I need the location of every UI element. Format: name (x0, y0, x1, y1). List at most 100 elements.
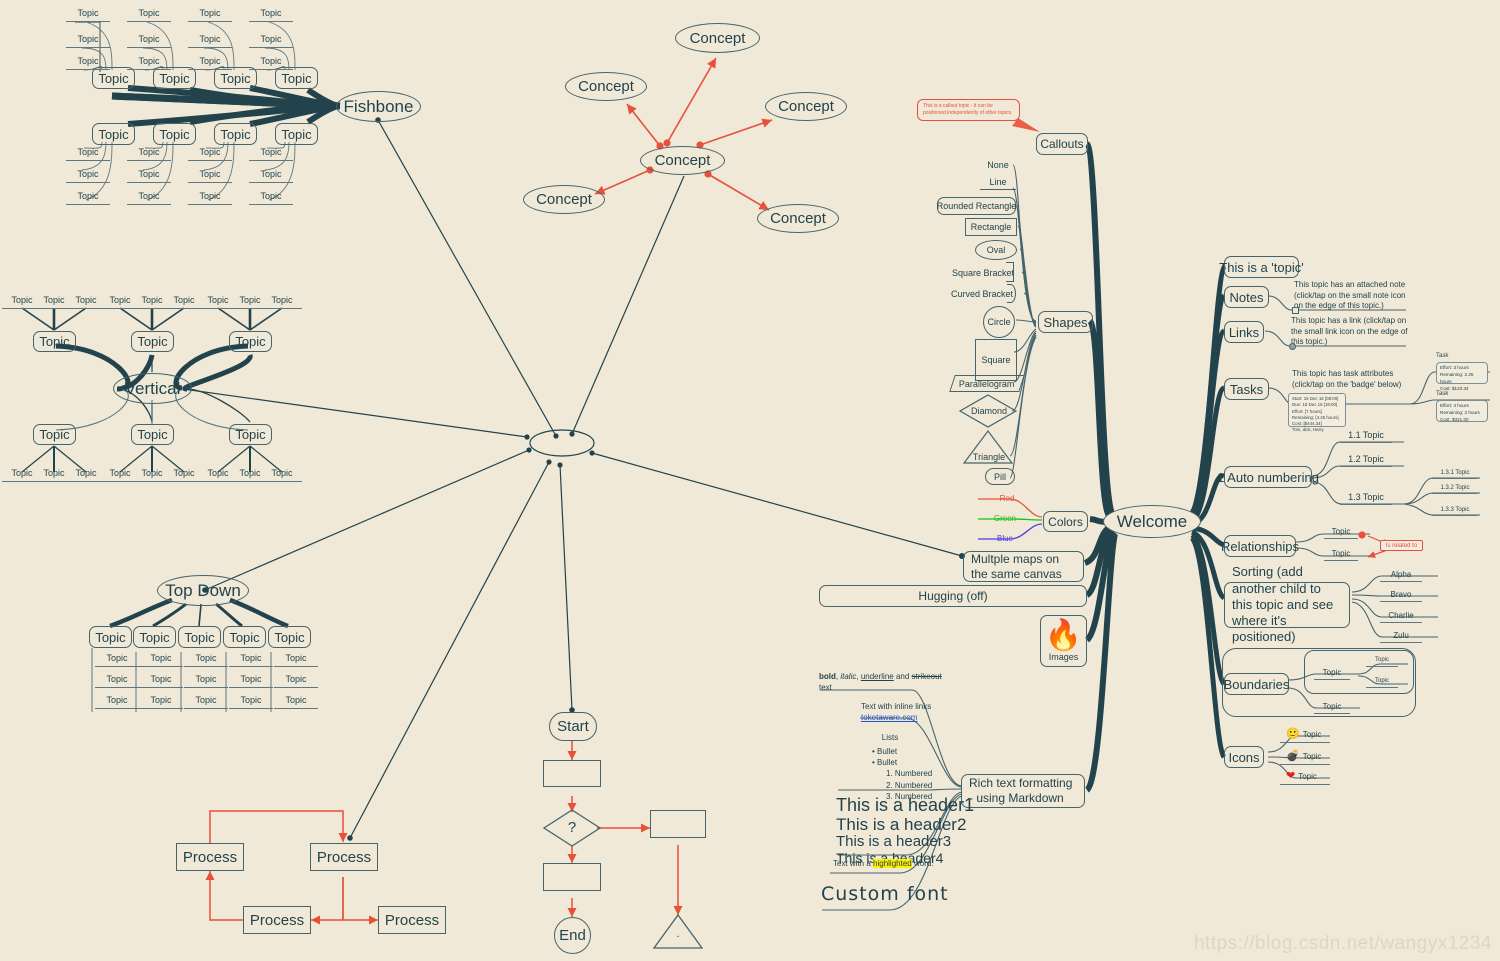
flow-box[interactable] (543, 863, 601, 891)
note-icon[interactable] (1292, 307, 1299, 314)
concept-center[interactable]: Concept (640, 146, 725, 175)
fishbone-spine-topic[interactable]: Topic (92, 123, 135, 145)
fishbone-leaf[interactable]: Topic (66, 32, 110, 48)
link-icon[interactable] (1289, 343, 1296, 350)
auto-number-grandchild[interactable]: 1.3.3 Topic (1432, 505, 1478, 516)
fishbone-leaf[interactable]: Topic (188, 189, 232, 205)
fishbone-leaf[interactable]: Topic (66, 6, 110, 22)
shape-line[interactable]: Line (980, 174, 1016, 190)
icon-child[interactable]: 💣 Topic (1280, 750, 1330, 765)
inline-link[interactable]: toketaware.com (861, 713, 917, 724)
vertical-leaf[interactable]: Topic (262, 293, 302, 309)
shape-rounded-rectangle[interactable]: Rounded Rectangle (937, 197, 1016, 215)
sorting-child[interactable]: Alpha (1380, 568, 1422, 582)
topdown-child[interactable]: Topic (133, 626, 176, 648)
auto-number-child[interactable]: 1.3 Topic (1340, 490, 1392, 505)
color-red[interactable]: Red (990, 491, 1024, 505)
flow-box[interactable] (543, 760, 601, 787)
shape-oval[interactable]: Oval (975, 240, 1017, 260)
topdown-leaf[interactable]: Topic (229, 650, 273, 667)
fishbone-spine-topic[interactable]: Topic (214, 67, 257, 89)
rich-text-highlight[interactable]: Text with a highlighted word. (833, 856, 973, 870)
boundaries-branch[interactable]: Boundaries (1224, 673, 1289, 695)
process-node[interactable]: Process (176, 843, 244, 871)
topdown-leaf[interactable]: Topic (139, 650, 183, 667)
topdown-leaf[interactable]: Topic (229, 671, 273, 688)
fishbone-spine-topic[interactable]: Topic (153, 67, 196, 89)
relationships-branch[interactable]: Relationships (1221, 535, 1299, 557)
vertical-child[interactable]: Topic (229, 424, 272, 445)
process-node[interactable]: Process (310, 843, 378, 871)
fishbone-leaf[interactable]: Topic (188, 145, 232, 161)
vertical-child[interactable]: Topic (131, 424, 174, 445)
boundary-child[interactable]: Topic (1314, 700, 1350, 714)
images-branch[interactable]: 🔥 Images (1040, 615, 1087, 667)
subtask-badge[interactable]: Effort: 3 hours Remaining: 2.25 hours Co… (1436, 362, 1488, 391)
shape-circle[interactable]: Circle (983, 306, 1015, 338)
fishbone-leaf[interactable]: Topic (188, 6, 232, 22)
auto-number-grandchild[interactable]: 1.3.2 Topic (1432, 483, 1478, 494)
topdown-leaf[interactable]: Topic (95, 692, 139, 709)
fishbone-leaf[interactable]: Topic (188, 167, 232, 183)
fishbone-leaf[interactable]: Topic (249, 6, 293, 22)
notes-branch[interactable]: Notes (1224, 286, 1269, 308)
fishbone-leaf[interactable]: Topic (127, 189, 171, 205)
rich-text-styles[interactable]: bold, italic, underline and strikeout te… (819, 671, 951, 695)
sorting-child[interactable]: Charlie (1380, 609, 1422, 623)
topdown-root[interactable]: Top Down (157, 575, 249, 606)
callout-topic[interactable]: This is a callout topic - it can be posi… (917, 99, 1020, 121)
topdown-leaf[interactable]: Topic (184, 650, 228, 667)
fishbone-leaf[interactable]: Topic (249, 32, 293, 48)
task-badge[interactable]: Start: 15 Dec 16 [08:00] Due: 15 Dec 16 … (1288, 393, 1346, 432)
concept-node[interactable]: Concept (757, 204, 839, 233)
topdown-child[interactable]: Topic (268, 626, 311, 648)
fishbone-spine-topic[interactable]: Topic (275, 123, 318, 145)
subtask-label[interactable]: Task (1436, 388, 1462, 399)
vertical-child[interactable]: Topic (229, 331, 272, 352)
shape-diamond[interactable]: Diamond (968, 403, 1010, 419)
fishbone-spine-topic[interactable]: Topic (92, 67, 135, 89)
shape-triangle[interactable]: Triangle (968, 449, 1010, 465)
color-green[interactable]: Green (986, 511, 1024, 525)
fishbone-leaf[interactable]: Topic (188, 54, 232, 70)
vertical-child[interactable]: Topic (131, 331, 174, 352)
multiple-maps-branch[interactable]: Multple maps on the same canvas (963, 551, 1084, 582)
concept-node[interactable]: Concept (523, 185, 605, 214)
welcome-root[interactable]: Welcome (1103, 505, 1201, 538)
process-node[interactable]: Process (243, 906, 311, 934)
relationship-label[interactable]: Is related to (1380, 540, 1423, 551)
relationship-child[interactable]: Topic (1324, 526, 1358, 539)
links-branch[interactable]: Links (1224, 321, 1264, 343)
notes-child[interactable]: This topic has an attached note (click/t… (1294, 280, 1412, 311)
fishbone-leaf[interactable]: Topic (66, 189, 110, 205)
tasks-child[interactable]: This topic has task attributes (click/ta… (1292, 368, 1414, 392)
fishbone-leaf[interactable]: Topic (127, 54, 171, 70)
subtask-label[interactable]: Task (1436, 350, 1462, 361)
hugging-branch[interactable]: Hugging (off) (819, 585, 1087, 607)
links-child[interactable]: This topic has a link (click/tap on the … (1291, 316, 1409, 347)
flow-box[interactable] (650, 810, 706, 838)
shape-curved-bracket[interactable]: Curved Bracket (948, 285, 1016, 302)
boundary-grandchild[interactable]: Topic (1366, 676, 1398, 688)
vertical-leaf[interactable]: Topic (262, 466, 302, 482)
topdown-leaf[interactable]: Topic (229, 692, 273, 709)
rich-text-inline-links[interactable]: Text with inline links toketaware.com (861, 702, 981, 728)
flow-start[interactable]: Start (549, 712, 597, 741)
vertical-child[interactable]: Topic (33, 331, 76, 352)
shape-parallelogram[interactable]: Parallelogram (949, 375, 1025, 392)
fishbone-leaf[interactable]: Topic (127, 32, 171, 48)
boundary-grandchild[interactable]: Topic (1366, 655, 1398, 667)
relationship-child[interactable]: Topic (1324, 548, 1358, 561)
fishbone-leaf[interactable]: Topic (188, 32, 232, 48)
boundary-child[interactable]: Topic (1314, 666, 1350, 680)
fishbone-spine-topic[interactable]: Topic (214, 123, 257, 145)
tasks-branch[interactable]: Tasks (1224, 378, 1269, 400)
sorting-child[interactable]: Zulu (1380, 629, 1422, 643)
fishbone-leaf[interactable]: Topic (249, 54, 293, 70)
rich-text-lists[interactable]: • Bullet • Bullet 1. Numbered 2. Numbere… (872, 746, 962, 801)
topdown-leaf[interactable]: Topic (184, 692, 228, 709)
concept-node[interactable]: Concept (565, 72, 647, 101)
topdown-leaf[interactable]: Topic (95, 671, 139, 688)
mindmap-canvas[interactable]: Fishbone Topic Topic Topic Topic Topic T… (0, 0, 1500, 961)
auto-number-child[interactable]: 1.1 Topic (1340, 428, 1392, 443)
